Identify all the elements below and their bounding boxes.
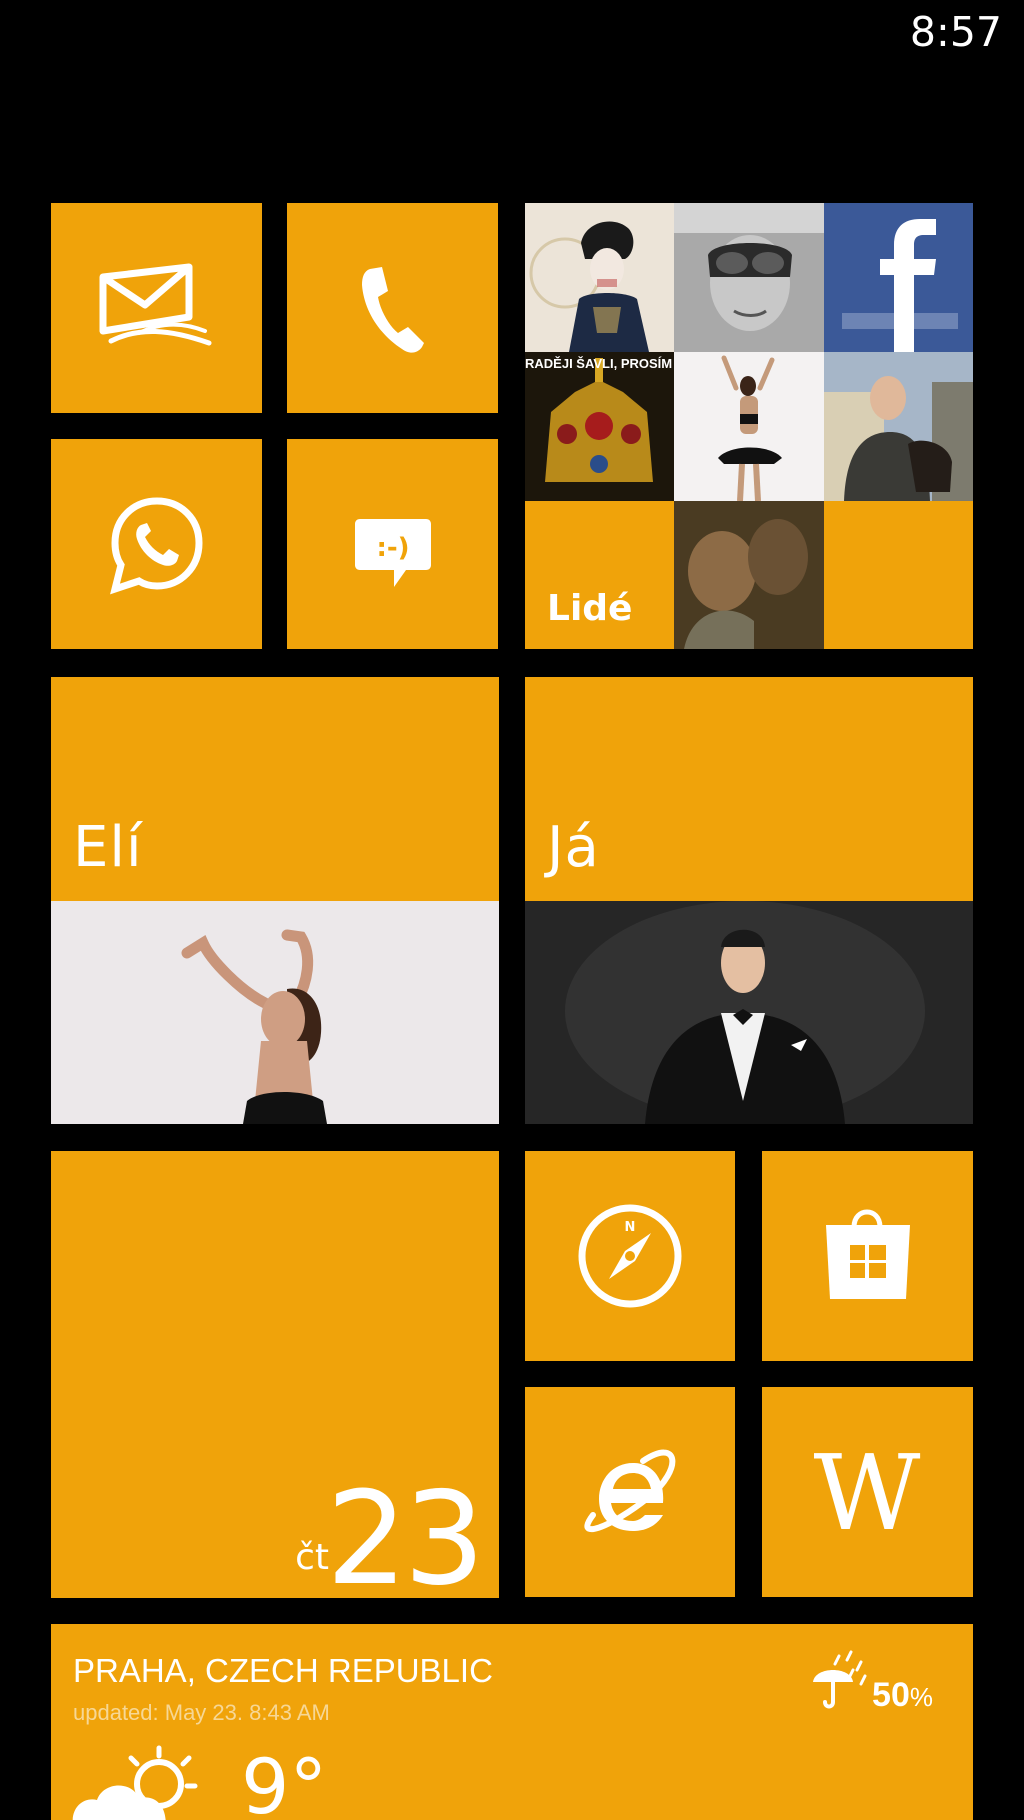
svg-text:W: W xyxy=(814,1441,921,1541)
facebook-logo xyxy=(824,203,973,352)
mail-icon xyxy=(99,263,212,346)
contact-tile-ja[interactable]: Já xyxy=(525,677,973,1124)
wikipedia-icon: W xyxy=(814,1441,921,1541)
wikipedia-tile[interactable]: W xyxy=(762,1387,973,1597)
contact-tile-eli[interactable]: Elí xyxy=(51,677,499,1124)
whatsapp-icon xyxy=(110,497,203,595)
status-clock: 8:57 xyxy=(909,8,1002,56)
weather-temperature: 9° xyxy=(241,1742,328,1820)
people-tile[interactable]: RADĚJI ŠAVLI, PROSÍM Lidé xyxy=(525,203,973,649)
photo-caption: RADĚJI ŠAVLI, PROSÍM xyxy=(525,356,673,371)
store-tile[interactable] xyxy=(762,1151,973,1361)
weather-city: PRAHA, CZECH REPUBLIC xyxy=(73,1652,493,1689)
contact-photo-eli xyxy=(51,901,499,1124)
contact-photo-man-dog xyxy=(824,352,973,501)
contact-photo-ja xyxy=(525,901,973,1124)
calendar-tile[interactable]: čt 23 xyxy=(51,1151,499,1598)
people-tile-label: Lidé xyxy=(547,588,633,629)
svg-text::-): :-) xyxy=(376,533,409,563)
whatsapp-tile[interactable] xyxy=(51,439,262,649)
maps-tile[interactable]: N xyxy=(525,1151,735,1361)
umbrella-rain-icon xyxy=(813,1650,867,1709)
contact-photo-kiss xyxy=(674,501,824,649)
calendar-day-name: čt xyxy=(295,1537,329,1578)
precipitation-chance: 50% xyxy=(872,1676,933,1714)
store-icon xyxy=(826,1209,910,1299)
contact-photo-crown: RADĚJI ŠAVLI, PROSÍM xyxy=(525,352,674,501)
internet-explorer-icon xyxy=(584,1449,676,1533)
mail-tile[interactable] xyxy=(51,203,262,413)
contact-name: Elí xyxy=(73,815,143,880)
weather-updated-time: updated: May 23. 8:43 AM xyxy=(73,1700,330,1725)
contact-name: Já xyxy=(547,815,600,880)
contact-photo-geisha xyxy=(525,203,674,352)
compass-icon: N xyxy=(578,1204,682,1308)
calendar-day-number: 23 xyxy=(326,1465,485,1599)
internet-explorer-tile[interactable] xyxy=(525,1387,735,1597)
phone-icon xyxy=(362,267,424,353)
svg-text:N: N xyxy=(625,1220,636,1235)
phone-tile[interactable] xyxy=(287,203,498,413)
messaging-tile[interactable]: :-) xyxy=(287,439,498,649)
messaging-icon: :-) xyxy=(355,519,431,587)
contact-photo-ballerina xyxy=(674,352,824,501)
weather-tile[interactable]: PRAHA, CZECH REPUBLIC updated: May 23. 8… xyxy=(51,1624,973,1820)
partly-cloudy-icon xyxy=(72,1745,198,1820)
contact-photo-goggles xyxy=(674,203,824,352)
